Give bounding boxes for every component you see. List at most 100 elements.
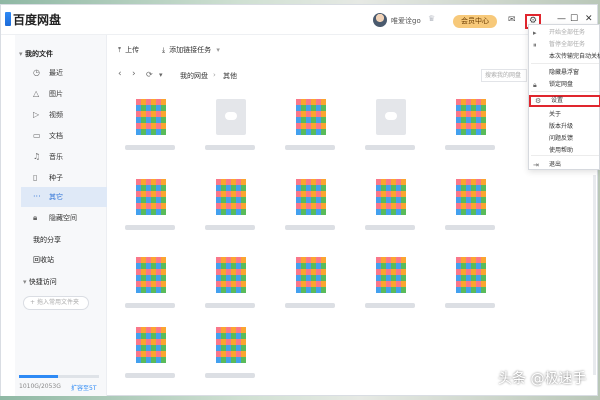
username[interactable]: 唯爱诠go (391, 16, 421, 26)
mail-icon[interactable]: ✉ (508, 15, 516, 25)
file-name-blurred (445, 145, 495, 150)
settings-menu-item[interactable]: 版本升级 (529, 121, 600, 133)
image-thumbnail (216, 179, 246, 215)
quick-access-placeholder: 拖入常用文件夹 (36, 299, 79, 306)
left-strip (1, 35, 15, 396)
sidebar-item-video[interactable]: ▷ 视频 (21, 105, 107, 125)
path-bar: ‹ › ⟳ ▾ 我的网盘 › 其他 (108, 67, 528, 83)
app-window: 百度网盘 唯爱诠go ♛ 会员中心 ✉ ⚙ — ☐ ✕ ▾ 我的文件 ◷ 最近 … (0, 4, 598, 396)
file-tile[interactable] (359, 179, 417, 247)
image-thumbnail (296, 179, 326, 215)
back-icon[interactable]: ‹ (118, 69, 122, 79)
sidebar-my-share[interactable]: 我的分享 (33, 235, 61, 245)
file-tile[interactable] (199, 327, 257, 395)
avatar[interactable] (373, 13, 387, 27)
settings-menu-item[interactable]: 问题反馈 (529, 133, 600, 145)
upload-icon: ⤒ (118, 46, 122, 54)
sidebar-item-documents[interactable]: ▭ 文档 (21, 126, 107, 146)
history-dropdown-icon[interactable]: ▾ (159, 71, 163, 79)
member-center-button[interactable]: 会员中心 (453, 15, 497, 28)
settings-menu-item[interactable]: ▸ 开始全部任务 (529, 27, 600, 39)
file-tile[interactable] (199, 257, 257, 325)
upload-button[interactable]: ⤒ 上传 (118, 45, 139, 55)
settings-menu: ▸ 开始全部任务 ⏸ 暂停全部任务 本次传输完自动关机 隐藏悬浮窗 🔒︎ 锁定网盘 ⚙ 设置关于版… (528, 24, 600, 170)
settings-menu-item[interactable]: 隐藏悬浮窗 (529, 67, 600, 79)
settings-menu-item[interactable]: ⇥ 退出 (529, 159, 600, 171)
image-thumbnail (136, 327, 166, 363)
close-icon[interactable]: ✕ (585, 14, 593, 24)
sidebar-quick-access[interactable]: ▾ 快捷访问 (23, 277, 57, 287)
minimize-icon[interactable]: — (557, 14, 566, 24)
settings-menu-item-label: 问题反馈 (549, 135, 574, 142)
file-tile[interactable] (359, 99, 417, 167)
sidebar-item-torrent[interactable]: ▯ 种子 (21, 168, 107, 188)
settings-menu-item[interactable]: 🔒︎ 锁定网盘 (529, 79, 600, 91)
quick-access-drop-input[interactable]: + 拖入常用文件夹 (23, 296, 89, 310)
file-tile[interactable] (199, 99, 257, 167)
sidebar-item-music[interactable]: ♫ 音乐 (21, 147, 107, 167)
sidebar: ▾ 我的文件 ◷ 最近 △ 图片 ▷ 视频 ▭ 文档 ♫ 音乐 ▯ 种子 ···… (15, 35, 107, 396)
image-thumbnail (456, 179, 486, 215)
sidebar-my-files[interactable]: ▾ 我的文件 (19, 49, 53, 59)
storage-progress-bar (19, 375, 99, 378)
sidebar-item-hidden-space[interactable]: 🔒︎ 隐藏空间 (21, 208, 107, 228)
menu-separator (531, 155, 599, 156)
file-tile[interactable] (199, 179, 257, 247)
file-tile[interactable] (439, 257, 497, 325)
file-tile[interactable] (439, 179, 497, 247)
sidebar-item-other[interactable]: ··· 其它 (21, 187, 107, 207)
refresh-icon[interactable]: ⟳ (146, 70, 153, 79)
settings-menu-item[interactable]: 关于 (529, 109, 600, 121)
file-tile[interactable] (439, 99, 497, 167)
file-tile[interactable] (279, 179, 337, 247)
forward-icon[interactable]: › (132, 69, 136, 79)
search-input[interactable]: 搜索我的网盘 (481, 69, 527, 82)
sidebar-recycle-bin[interactable]: 回收站 (33, 255, 54, 265)
settings-menu-item[interactable]: 本次传输完自动关机 (529, 51, 600, 63)
add-link-task-button[interactable]: ⤓ 添加链接任务 ▾ (162, 45, 220, 55)
image-thumbnail (456, 99, 486, 135)
image-thumbnail (136, 99, 166, 135)
more-icon: ··· (33, 192, 41, 201)
image-thumbnail (296, 257, 326, 293)
maximize-icon[interactable]: ☐ (570, 14, 578, 24)
clock-icon: ◷ (33, 68, 40, 77)
quick-access-label: 快捷访问 (28, 278, 57, 286)
sidebar-item-label: 图片 (49, 90, 63, 98)
settings-menu-item-label: 退出 (549, 161, 562, 168)
exit-icon: ⇥ (533, 161, 539, 169)
file-tile[interactable] (119, 99, 177, 167)
sidebar-item-label: 视频 (49, 111, 63, 119)
file-name-blurred (285, 145, 335, 150)
file-name-blurred (125, 145, 175, 150)
sidebar-item-images[interactable]: △ 图片 (21, 84, 107, 104)
file-name-blurred (365, 303, 415, 308)
add-link-task-label: 添加链接任务 (169, 46, 212, 54)
vip-crown-icon: ♛ (428, 14, 436, 23)
settings-menu-item-label: 暂停全部任务 (549, 41, 586, 48)
file-name-blurred (205, 373, 255, 378)
file-tile[interactable] (119, 327, 177, 395)
file-name-blurred (365, 145, 415, 150)
sidebar-item-label: 文档 (49, 132, 63, 140)
settings-menu-item[interactable]: ⏸ 暂停全部任务 (529, 39, 600, 51)
download-icon: ⤓ (162, 46, 166, 54)
menu-separator (531, 63, 599, 64)
sidebar-item-recent[interactable]: ◷ 最近 (21, 63, 107, 83)
file-tile[interactable] (359, 257, 417, 325)
file-tile[interactable] (279, 257, 337, 325)
storage-usage-text: 1010G/2053G (19, 383, 61, 390)
scrollbar[interactable] (593, 175, 596, 375)
sidebar-item-label: 音乐 (49, 153, 63, 161)
file-tile[interactable] (119, 257, 177, 325)
expand-storage-link[interactable]: 扩容至5T (71, 383, 96, 392)
file-grid (119, 99, 529, 389)
image-thumbnail (456, 257, 486, 293)
breadcrumb-other[interactable]: 其他 (223, 71, 237, 81)
file-tile[interactable] (119, 179, 177, 247)
settings-menu-item[interactable]: ⚙ 设置 (529, 95, 600, 107)
file-tile[interactable] (279, 99, 337, 167)
image-thumbnail (296, 99, 326, 135)
file-name-blurred (205, 303, 255, 308)
breadcrumb-my-pan[interactable]: 我的网盘 (180, 71, 208, 81)
